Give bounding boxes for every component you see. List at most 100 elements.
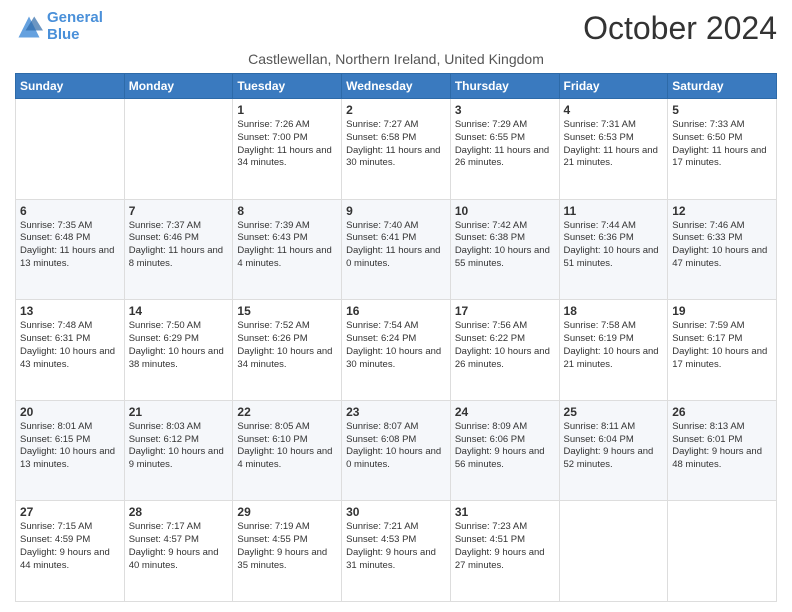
calendar-cell: 16 Sunrise: 7:54 AMSunset: 6:24 PMDayligh…	[342, 300, 451, 401]
day-number: 19	[672, 304, 772, 318]
day-number: 11	[564, 204, 664, 218]
day-number: 3	[455, 103, 555, 117]
day-number: 13	[20, 304, 120, 318]
title-block: October 2024	[583, 10, 777, 47]
calendar-cell: 9Sunrise: 7:40 AMSunset: 6:41 PMDaylight…	[342, 199, 451, 300]
col-tuesday: Tuesday	[233, 74, 342, 99]
calendar-cell: 19 Sunrise: 7:59 AMSunset: 6:17 PMDayligh…	[668, 300, 777, 401]
calendar-cell: 2 Sunrise: 7:27 AMSunset: 6:58 PMDaylight…	[342, 99, 451, 200]
cell-info: Sunrise: 7:39 AMSunset: 6:43 PMDaylight:…	[237, 220, 331, 269]
calendar-cell: 14 Sunrise: 7:50 AMSunset: 6:29 PMDayligh…	[124, 300, 233, 401]
cell-info: Sunrise: 7:58 AMSunset: 6:19 PMDaylight:…	[564, 320, 659, 369]
cell-info: Sunrise: 7:52 AMSunset: 6:26 PMDaylight:…	[237, 320, 332, 369]
calendar-cell: 5 Sunrise: 7:33 AMSunset: 6:50 PMDaylight…	[668, 99, 777, 200]
calendar-cell: 17 Sunrise: 7:56 AMSunset: 6:22 PMDayligh…	[450, 300, 559, 401]
day-number: 17	[455, 304, 555, 318]
cell-info: Sunrise: 8:13 AMSunset: 6:01 PMDaylight:…	[672, 421, 762, 470]
day-number: 10	[455, 204, 555, 218]
subtitle: Castlewellan, Northern Ireland, United K…	[15, 51, 777, 67]
cell-info: Sunrise: 7:56 AMSunset: 6:22 PMDaylight:…	[455, 320, 550, 369]
page: General Blue October 2024 Castlewellan, …	[0, 0, 792, 612]
calendar-cell	[124, 99, 233, 200]
cell-info: Sunrise: 7:33 AMSunset: 6:50 PMDaylight:…	[672, 119, 766, 168]
day-number: 16	[346, 304, 446, 318]
day-number: 2	[346, 103, 446, 117]
calendar-cell	[559, 501, 668, 602]
col-saturday: Saturday	[668, 74, 777, 99]
calendar-cell: 21Sunrise: 8:03 AMSunset: 6:12 PMDayligh…	[124, 400, 233, 501]
calendar-cell: 13Sunrise: 7:48 AMSunset: 6:31 PMDayligh…	[16, 300, 125, 401]
cell-info: Sunrise: 8:05 AMSunset: 6:10 PMDaylight:…	[237, 421, 332, 470]
cell-info: Sunrise: 7:37 AMSunset: 6:46 PMDaylight:…	[129, 220, 223, 269]
calendar-table: Sunday Monday Tuesday Wednesday Thursday…	[15, 73, 777, 602]
calendar-cell: 3Sunrise: 7:29 AMSunset: 6:55 PMDaylight…	[450, 99, 559, 200]
logo-icon	[15, 13, 43, 41]
cell-info: Sunrise: 8:09 AMSunset: 6:06 PMDaylight:…	[455, 421, 545, 470]
calendar-cell: 31 Sunrise: 7:23 AMSunset: 4:51 PMDayligh…	[450, 501, 559, 602]
day-number: 14	[129, 304, 229, 318]
calendar-cell: 12 Sunrise: 7:46 AMSunset: 6:33 PMDayligh…	[668, 199, 777, 300]
calendar-week-row-5: 27Sunrise: 7:15 AMSunset: 4:59 PMDayligh…	[16, 501, 777, 602]
day-number: 15	[237, 304, 337, 318]
calendar-cell: 22Sunrise: 8:05 AMSunset: 6:10 PMDayligh…	[233, 400, 342, 501]
cell-info: Sunrise: 7:42 AMSunset: 6:38 PMDaylight:…	[455, 220, 550, 269]
calendar-cell: 15 Sunrise: 7:52 AMSunset: 6:26 PMDayligh…	[233, 300, 342, 401]
day-number: 12	[672, 204, 772, 218]
col-wednesday: Wednesday	[342, 74, 451, 99]
calendar-cell: 1 Sunrise: 7:26 AMSunset: 7:00 PMDaylight…	[233, 99, 342, 200]
cell-info: Sunrise: 8:07 AMSunset: 6:08 PMDaylight:…	[346, 421, 441, 470]
col-thursday: Thursday	[450, 74, 559, 99]
calendar-cell: 27Sunrise: 7:15 AMSunset: 4:59 PMDayligh…	[16, 501, 125, 602]
calendar-cell: 28Sunrise: 7:17 AMSunset: 4:57 PMDayligh…	[124, 501, 233, 602]
day-number: 27	[20, 505, 120, 519]
day-number: 8	[237, 204, 337, 218]
col-sunday: Sunday	[16, 74, 125, 99]
calendar-cell: 25Sunrise: 8:11 AMSunset: 6:04 PMDayligh…	[559, 400, 668, 501]
cell-info: Sunrise: 7:54 AMSunset: 6:24 PMDaylight:…	[346, 320, 441, 369]
calendar-cell: 11Sunrise: 7:44 AMSunset: 6:36 PMDayligh…	[559, 199, 668, 300]
cell-info: Sunrise: 7:27 AMSunset: 6:58 PMDaylight:…	[346, 119, 440, 168]
calendar-cell: 18 Sunrise: 7:58 AMSunset: 6:19 PMDayligh…	[559, 300, 668, 401]
header: General Blue October 2024	[15, 10, 777, 47]
day-number: 31	[455, 505, 555, 519]
day-number: 18	[564, 304, 664, 318]
cell-info: Sunrise: 7:59 AMSunset: 6:17 PMDaylight:…	[672, 320, 767, 369]
calendar-cell: 24 Sunrise: 8:09 AMSunset: 6:06 PMDayligh…	[450, 400, 559, 501]
cell-info: Sunrise: 7:50 AMSunset: 6:29 PMDaylight:…	[129, 320, 224, 369]
calendar-cell: 7 Sunrise: 7:37 AMSunset: 6:46 PMDaylight…	[124, 199, 233, 300]
day-number: 26	[672, 405, 772, 419]
day-number: 29	[237, 505, 337, 519]
day-number: 24	[455, 405, 555, 419]
logo-line2: Blue	[47, 26, 80, 43]
day-number: 28	[129, 505, 229, 519]
cell-info: Sunrise: 8:11 AMSunset: 6:04 PMDaylight:…	[564, 421, 654, 470]
day-number: 1	[237, 103, 337, 117]
calendar-cell: 8 Sunrise: 7:39 AMSunset: 6:43 PMDaylight…	[233, 199, 342, 300]
day-number: 4	[564, 103, 664, 117]
cell-info: Sunrise: 7:23 AMSunset: 4:51 PMDaylight:…	[455, 521, 545, 570]
calendar-cell	[16, 99, 125, 200]
calendar-cell: 4 Sunrise: 7:31 AMSunset: 6:53 PMDaylight…	[559, 99, 668, 200]
day-number: 23	[346, 405, 446, 419]
cell-info: Sunrise: 7:31 AMSunset: 6:53 PMDaylight:…	[564, 119, 658, 168]
calendar-cell: 20 Sunrise: 8:01 AMSunset: 6:15 PMDayligh…	[16, 400, 125, 501]
cell-info: Sunrise: 7:46 AMSunset: 6:33 PMDaylight:…	[672, 220, 767, 269]
cell-info: Sunrise: 8:01 AMSunset: 6:15 PMDaylight:…	[20, 421, 115, 470]
cell-info: Sunrise: 7:19 AMSunset: 4:55 PMDaylight:…	[237, 521, 327, 570]
day-number: 20	[20, 405, 120, 419]
calendar-cell: 6Sunrise: 7:35 AMSunset: 6:48 PMDaylight…	[16, 199, 125, 300]
day-number: 21	[129, 405, 229, 419]
calendar-cell: 29 Sunrise: 7:19 AMSunset: 4:55 PMDayligh…	[233, 501, 342, 602]
main-title: October 2024	[583, 10, 777, 47]
calendar-week-row-1: 1 Sunrise: 7:26 AMSunset: 7:00 PMDaylight…	[16, 99, 777, 200]
cell-info: Sunrise: 7:26 AMSunset: 7:00 PMDaylight:…	[237, 119, 331, 168]
logo-text: General Blue	[47, 10, 103, 43]
day-number: 5	[672, 103, 772, 117]
calendar-week-row-4: 20 Sunrise: 8:01 AMSunset: 6:15 PMDayligh…	[16, 400, 777, 501]
day-number: 7	[129, 204, 229, 218]
cell-info: Sunrise: 7:40 AMSunset: 6:41 PMDaylight:…	[346, 220, 440, 269]
day-number: 6	[20, 204, 120, 218]
calendar-cell	[668, 501, 777, 602]
logo-line1: General	[47, 9, 103, 26]
logo: General Blue	[15, 10, 103, 43]
